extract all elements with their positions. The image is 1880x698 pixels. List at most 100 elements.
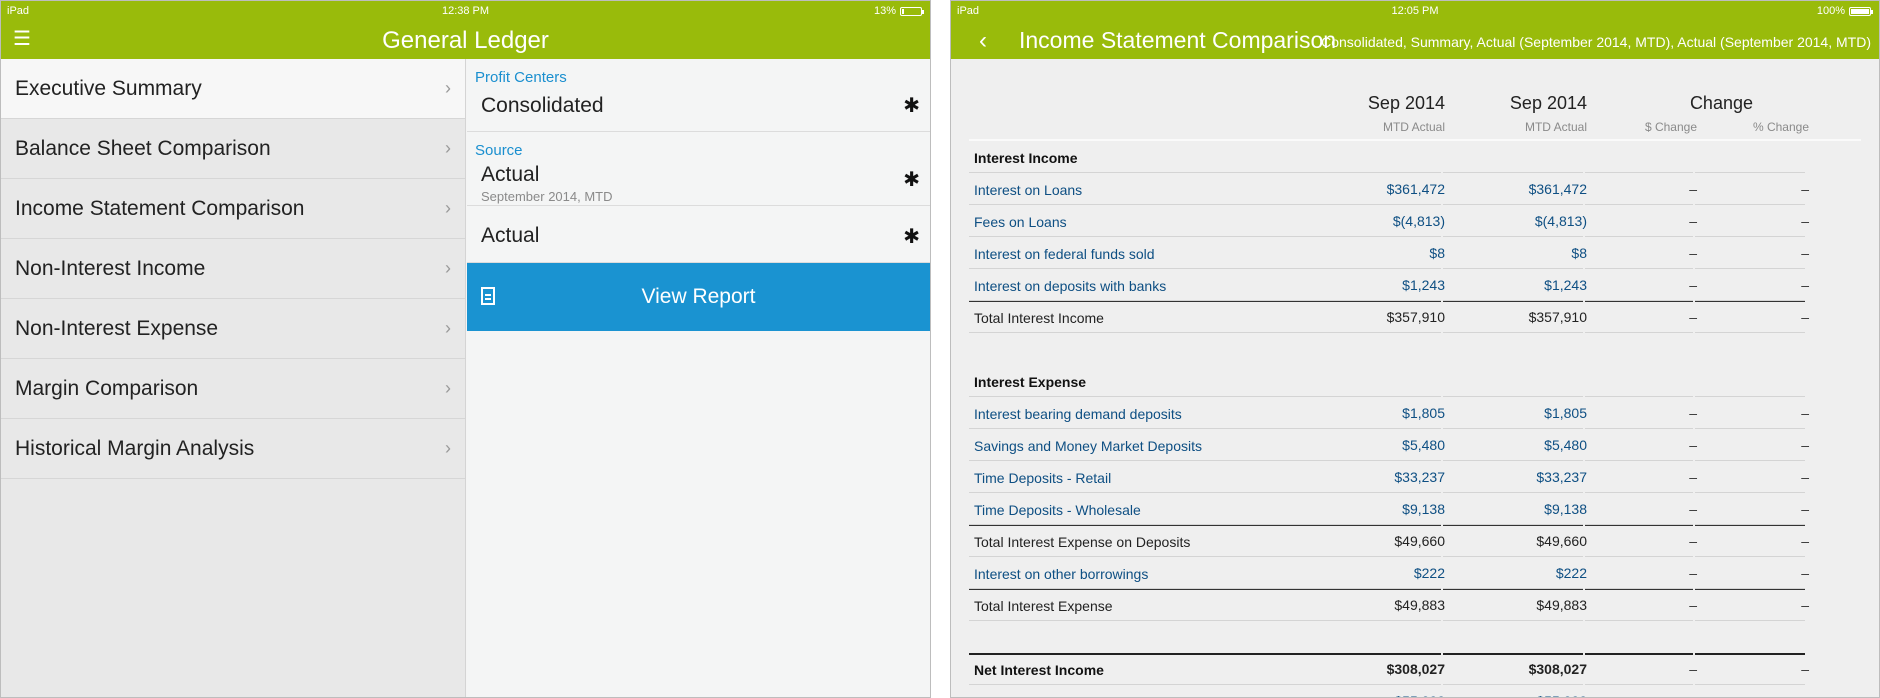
table-row: Total Interest Income $357,910 $357,910 – – [969, 301, 1879, 333]
change-cell: – [1801, 309, 1809, 325]
gear-icon[interactable]: ✱ [903, 93, 920, 118]
chevron-right-icon: › [445, 138, 451, 158]
nav-bar: ‹ Income Statement Comparison Consolidat… [951, 21, 1879, 59]
table-row: Total Interest Expense $49,883 $49,883 – – [969, 589, 1879, 621]
table-row[interactable]: Interest on Loans $361,472 $361,472 – – [969, 173, 1879, 205]
change-cell: – [1801, 437, 1809, 453]
report-parameters: Consolidated, Summary, Actual (September… [1321, 34, 1871, 50]
table-row: Total Interest Expense on Deposits $49,66… [969, 525, 1879, 557]
amount-cell: $1,805 [1402, 405, 1445, 421]
amount-cell: $(4,813) [1534, 213, 1587, 229]
row-label: Interest bearing demand deposits [974, 406, 1182, 422]
column-header-type: MTD Actual [1524, 120, 1587, 134]
menu-item-label: Executive Summary [15, 76, 202, 100]
back-chevron-icon[interactable]: ‹ [979, 27, 987, 55]
row-spacer [969, 621, 1879, 653]
amount-cell: $5,480 [1402, 437, 1445, 453]
change-cell: – [1801, 277, 1809, 293]
chevron-right-icon: › [445, 78, 451, 98]
column-header-period [1703, 93, 1809, 114]
nav-bar: ☰ General Ledger [1, 21, 930, 59]
amount-cell: $1,243 [1544, 277, 1587, 293]
table-row[interactable]: Fees on Loans $(4,813) $(4,813) – – [969, 205, 1879, 237]
menu-item-label: Balance Sheet Comparison [15, 136, 271, 160]
menu-item[interactable]: Balance Sheet Comparison › [1, 119, 465, 179]
row-label: Time Deposits - Retail [974, 470, 1112, 486]
menu-item[interactable]: Executive Summary › [1, 59, 465, 119]
row-label: Total Interest Income [974, 310, 1104, 326]
amount-cell: $49,883 [1394, 597, 1445, 613]
chevron-right-icon: › [445, 318, 451, 338]
profit-centers-option[interactable]: Profit Centers Consolidated ✱ [467, 59, 930, 132]
change-cell: – [1801, 245, 1809, 261]
row-label: Interest on Loans [974, 182, 1083, 198]
column-header: Sep 2014 MTD Actual [1309, 59, 1445, 134]
change-cell: – [1801, 181, 1809, 197]
report-table: Sep 2014 MTD Actual Sep 2014 MTD Actual Chan… [951, 59, 1879, 697]
table-row[interactable]: Provision for loan losses $55,000 $55,000 [969, 685, 1879, 697]
menu-item-label: Historical Margin Analysis [15, 436, 255, 460]
view-report-button[interactable]: View Report [467, 263, 930, 331]
row-label: Provision for loan losses [974, 694, 1126, 697]
change-cell: – [1689, 597, 1697, 613]
table-row[interactable]: Savings and Money Market Deposits $5,480 $… [969, 429, 1879, 461]
amount-cell: $5,480 [1544, 437, 1587, 453]
column-header-period: Sep 2014 [1509, 93, 1587, 113]
table-row[interactable]: Interest on federal funds sold $8 $8 – – [969, 237, 1879, 269]
amount-cell: $1,805 [1544, 405, 1587, 421]
amount-cell: $9,138 [1402, 501, 1445, 517]
amount-cell: $357,910 [1386, 309, 1445, 325]
source-option[interactable]: Source Actual September 2014, MTD ✱ [467, 132, 930, 206]
menu-item[interactable]: Income Statement Comparison › [1, 179, 465, 239]
amount-cell: $308,027 [1528, 661, 1587, 677]
table-row[interactable]: Interest on deposits with banks $1,243 $1,… [969, 269, 1879, 301]
amount-cell: $33,237 [1394, 469, 1445, 485]
table-row[interactable]: Time Deposits - Retail $33,237 $33,237 – – [969, 461, 1879, 493]
report-options: Profit Centers Consolidated ✱ Source Act… [467, 59, 930, 697]
change-cell: – [1801, 565, 1809, 581]
status-time: 12:05 PM [1391, 5, 1439, 17]
amount-cell: $222 [1555, 565, 1587, 581]
amount-cell: $55,000 [1451, 693, 1587, 697]
change-cell: – [1689, 437, 1697, 453]
menu-item[interactable]: Margin Comparison › [1, 359, 465, 419]
change-cell: – [1801, 661, 1809, 677]
menu-item[interactable]: Non-Interest Income › [1, 239, 465, 299]
menu-item-label: Non-Interest Income [15, 256, 206, 280]
section-header: Interest Income [969, 141, 1879, 173]
profit-centers-label: Profit Centers [475, 69, 567, 86]
amount-cell: $361,472 [1528, 181, 1587, 197]
column-header-type: $ Change [1644, 120, 1697, 134]
battery-icon [1849, 6, 1873, 16]
gear-icon[interactable]: ✱ [903, 167, 920, 192]
amount-cell: $49,660 [1394, 533, 1445, 549]
amount-cell: $8 [1571, 245, 1587, 261]
compare-option[interactable]: Actual ✱ [467, 206, 930, 263]
battery-percent: 100% [1816, 5, 1845, 17]
table-body: Interest Income Interest on Loans $361,472… [969, 141, 1879, 697]
chevron-right-icon: › [445, 258, 451, 278]
column-header: % Change [1703, 59, 1809, 134]
row-label: Interest Income [974, 150, 1078, 166]
amount-cell: $9,138 [1544, 501, 1587, 517]
menu-item[interactable]: Non-Interest Expense › [1, 299, 465, 359]
row-label: Interest Expense [974, 374, 1087, 390]
table-header: Sep 2014 MTD Actual Sep 2014 MTD Actual Chan… [969, 59, 1879, 141]
amount-cell: $308,027 [1386, 661, 1445, 677]
amount-cell: $55,000 [1309, 693, 1445, 697]
chevron-right-icon: › [445, 438, 451, 458]
table-row[interactable]: Interest on other borrowings $222 $222 – – [969, 557, 1879, 589]
table-row[interactable]: Time Deposits - Wholesale $9,138 $9,138 – – [969, 493, 1879, 525]
change-cell: – [1801, 501, 1809, 517]
change-cell: – [1801, 213, 1809, 229]
menu-item[interactable]: Historical Margin Analysis › [1, 419, 465, 479]
gear-icon[interactable]: ✱ [903, 224, 920, 249]
column-header-period: Sep 2014 [1367, 93, 1445, 113]
source-subtitle: September 2014, MTD [481, 189, 613, 204]
table-row[interactable]: Interest bearing demand deposits $1,805 $1… [969, 397, 1879, 429]
change-cell: – [1689, 213, 1697, 229]
menu-item-label: Income Statement Comparison [15, 196, 305, 220]
view-report-label: View Report [641, 285, 756, 308]
page-title: Income Statement Comparison [1019, 27, 1337, 53]
source-value: Actual [481, 163, 540, 186]
